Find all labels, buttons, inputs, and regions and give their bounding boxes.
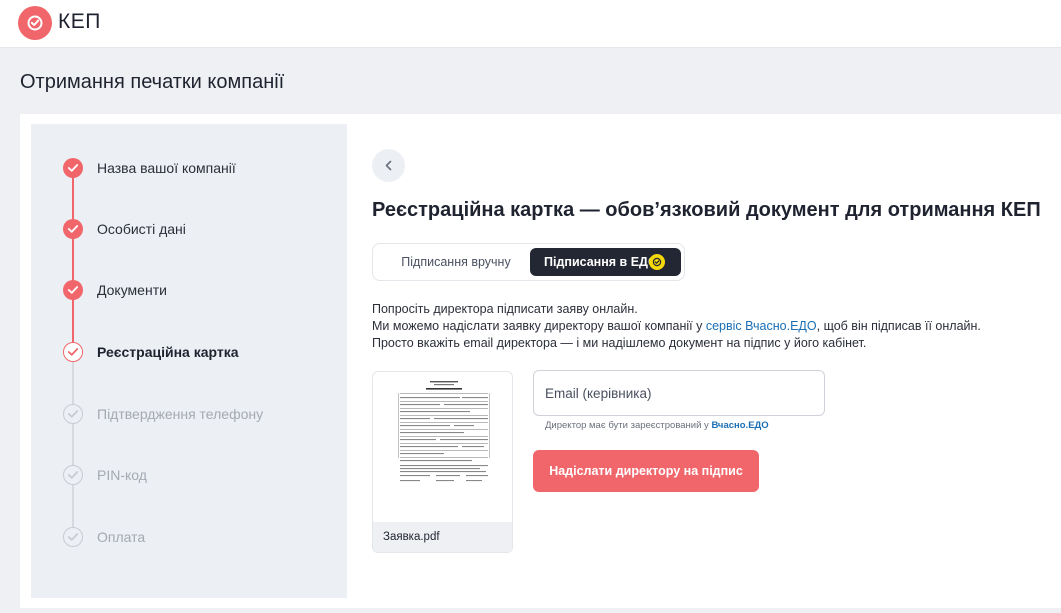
logo-icon[interactable]: [18, 6, 52, 40]
email-hint-text: Директор має бути зареєстрований у: [545, 420, 712, 431]
back-button[interactable]: [372, 149, 405, 182]
description-line-2: Ми можемо надіслати заявку директору ваш…: [372, 318, 981, 335]
content-title: Реєстраційна картка — обов’язковий докум…: [372, 199, 1041, 221]
page-title: Отримання печатки компанії: [20, 71, 285, 93]
step-label: Особисті дані: [97, 221, 186, 237]
step-status-done: [63, 219, 83, 239]
check-icon: [67, 533, 79, 541]
step-item[interactable]: Підтвердження телефону: [63, 404, 333, 424]
vchasno-edo-link[interactable]: сервіс Вчасно.ЕДО: [706, 319, 817, 333]
description-line-2-text: Ми можемо надіслати заявку директору ваш…: [372, 319, 706, 333]
check-icon: [67, 471, 79, 479]
tab-edo-signing[interactable]: Підписання в ЕДО: [530, 248, 681, 276]
step-label: Підтвердження телефону: [97, 406, 264, 422]
step-item[interactable]: Реєстраційна картка: [63, 342, 333, 362]
vchasno-logo-icon: [649, 254, 665, 270]
send-to-director-button[interactable]: Надіслати директору на підпис: [533, 450, 759, 492]
step-status-pending: [63, 404, 83, 424]
document-footer: Заявка.pdf: [373, 522, 512, 552]
check-icon: [67, 164, 79, 172]
description-line-1: Попросіть директора підписати заяву онла…: [372, 302, 638, 316]
step-status-pending: [63, 465, 83, 485]
check-icon: [67, 348, 79, 356]
step-status-pending: [63, 527, 83, 547]
document-thumbnail-icon: [396, 379, 492, 489]
check-icon: [67, 286, 79, 294]
step-label: Документи: [97, 282, 167, 298]
step-status-done: [63, 158, 83, 178]
step-status-done: [63, 280, 83, 300]
email-hint: Директор має бути зареєстрований у Вчасн…: [545, 420, 769, 431]
logo-text[interactable]: КЕП: [58, 10, 101, 34]
document-preview[interactable]: Заявка.pdf: [372, 371, 513, 553]
tab-edo-label: Підписання в ЕДО: [544, 255, 658, 269]
description-line-2-tail: , щоб він підписав її онлайн.: [816, 319, 981, 333]
step-status-current: [63, 342, 83, 362]
document-filename: Заявка.pdf: [383, 531, 440, 543]
step-label: Оплата: [97, 529, 146, 545]
check-icon: [67, 410, 79, 418]
check-icon: [67, 225, 79, 233]
step-item[interactable]: PIN-код: [63, 465, 333, 485]
steps-sidebar: Назва вашої компанії Особисті дані Докумен…: [31, 124, 347, 598]
chevron-left-icon: [385, 160, 392, 171]
email-hint-link[interactable]: Вчасно.ЕДО: [711, 420, 768, 431]
step-item[interactable]: Назва вашої компанії: [63, 158, 333, 178]
steps-progress-fill: [72, 168, 74, 352]
tab-manual-signing[interactable]: Підписання вручну: [381, 248, 531, 276]
description: Попросіть директора підписати заяву онла…: [372, 301, 981, 352]
description-line-3: Просто вкажіть email директора — і ми на…: [372, 336, 867, 350]
step-item[interactable]: Оплата: [63, 527, 333, 547]
director-email-input[interactable]: [533, 370, 825, 416]
step-item[interactable]: Документи: [63, 280, 333, 300]
step-item[interactable]: Особисті дані: [63, 219, 333, 239]
top-bar: КЕП: [0, 0, 1061, 48]
step-label: Реєстраційна картка: [97, 344, 239, 360]
signing-mode-toggle: Підписання вручну Підписання в ЕДО: [372, 243, 685, 281]
step-label: PIN-код: [97, 467, 147, 483]
step-label: Назва вашої компанії: [97, 160, 236, 176]
